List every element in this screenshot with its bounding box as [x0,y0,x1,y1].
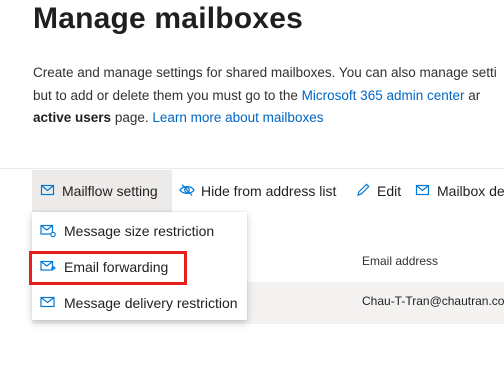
mail-settings-icon [40,182,62,201]
active-users-text: active users [33,110,112,125]
edit-button[interactable]: Edit [355,170,401,212]
mail-icon [32,294,64,313]
menu-item-label: Message delivery restriction [64,295,238,311]
mailbox-delegation-label: Mailbox de [437,183,504,199]
menu-item-message-delivery-restriction[interactable]: Message delivery restriction [32,285,247,321]
mail-settings-icon [32,222,64,241]
description-text: but to add or delete them you must go to… [33,87,302,103]
description-text: page. [111,110,153,125]
command-bar: Mailflow setting Hide from address list … [0,168,504,213]
mail-forward-icon [32,258,64,277]
menu-item-email-forwarding[interactable]: Email forwarding [32,249,247,285]
mailflow-setting-label: Mailflow setting [62,183,158,199]
column-header-email[interactable]: Email address [362,254,438,268]
description-line-3: active users page. Learn more about mail… [33,107,504,130]
edit-label: Edit [377,183,402,199]
hide-from-address-list-button[interactable]: Hide from address list [179,170,336,212]
menu-item-message-size-restriction[interactable]: Message size restriction [32,213,247,249]
mailflow-dropdown-menu: Message size restriction Email forwardin… [32,212,247,320]
description-line-2: but to add or delete them you must go to… [33,85,504,108]
menu-item-label: Email forwarding [64,259,169,275]
page-title: Manage mailboxes [33,2,303,35]
eye-hide-icon [179,182,201,201]
menu-item-label: Message size restriction [64,223,215,239]
row-email-address: Chau-T-Tran@chautran.cor [362,294,504,308]
pencil-icon [355,182,377,201]
page-description: Create and manage settings for shared ma… [33,62,504,130]
mailflow-setting-button[interactable]: Mailflow setting [32,170,172,212]
mail-arrow-icon [415,182,437,201]
learn-more-link[interactable]: Learn more about mailboxes [152,110,323,125]
description-text: ar [464,87,481,103]
description-line-1: Create and manage settings for shared ma… [33,65,497,80]
mailbox-delegation-button[interactable]: Mailbox de [415,170,504,212]
hide-from-address-list-label: Hide from address list [201,183,337,199]
admin-center-link[interactable]: Microsoft 365 admin center [302,88,465,103]
